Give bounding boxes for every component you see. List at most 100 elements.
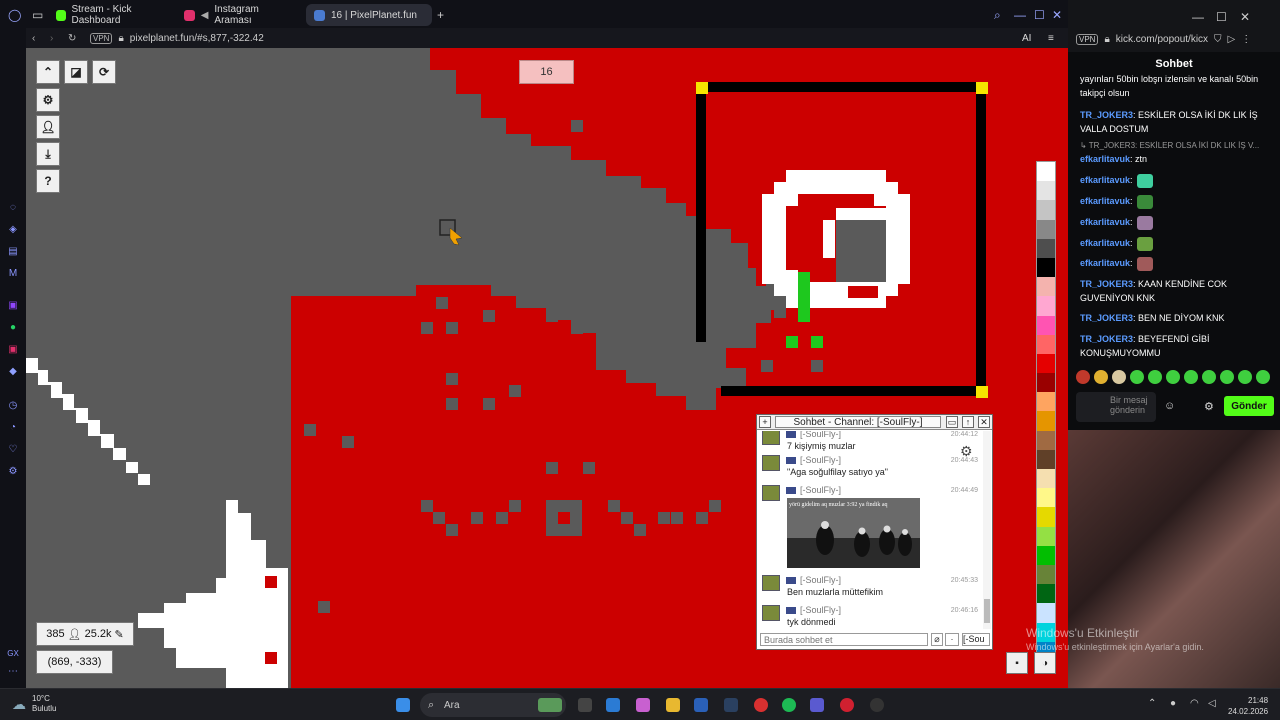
kick-username[interactable]: efkarlitavuk	[1080, 217, 1130, 227]
reload-icon[interactable]: ↻	[68, 33, 76, 44]
palette-swatch[interactable]	[1037, 181, 1055, 201]
minimize-icon[interactable]: —	[1192, 10, 1204, 24]
emote-button[interactable]	[1130, 370, 1144, 384]
message-author[interactable]: [-SoulFly-]	[786, 575, 841, 585]
history-button[interactable]: ⟳	[92, 60, 116, 84]
message-author[interactable]: [-SoulFly-]	[786, 431, 841, 439]
heart-icon[interactable]: ♡	[7, 444, 19, 456]
close-icon[interactable]: ✕	[1052, 8, 1062, 22]
discord-icon[interactable]: ◆	[7, 366, 19, 378]
bing-icon[interactable]	[538, 698, 562, 712]
menu-icon[interactable]: ⋮	[1241, 34, 1251, 45]
weather-widget[interactable]: ☁ 10°C Bulutlu	[12, 694, 56, 714]
forward-icon[interactable]: ›	[50, 33, 53, 44]
kick-message-input[interactable]: Bir mesaj gönderin	[1076, 392, 1156, 422]
kick-username[interactable]: efkarlitavuk	[1080, 196, 1130, 206]
opera-gx-icon[interactable]	[870, 698, 884, 712]
play-icon[interactable]: ▷	[1228, 34, 1236, 45]
volume-icon[interactable]: ◁	[1208, 698, 1216, 709]
recorder-icon[interactable]	[754, 698, 768, 712]
kick-url[interactable]: kick.com/popout/kicx	[1116, 34, 1208, 45]
palette-swatch[interactable]	[1037, 469, 1055, 489]
online-counter[interactable]: 385 👤︎ 25.2k ✎	[36, 622, 134, 646]
palette-swatch[interactable]	[1037, 564, 1055, 585]
kick-username[interactable]: TR_JOKER3	[1080, 279, 1133, 289]
palette-swatch[interactable]	[1037, 392, 1055, 412]
ai-button[interactable]: AI	[1022, 33, 1031, 44]
tab-kick-dashboard[interactable]: Stream - Kick Dashboard	[48, 4, 176, 26]
palette-swatch[interactable]	[1037, 488, 1055, 508]
kick-address-bar[interactable]: VPN 🔒︎ kick.com/popout/kicx ⛉ ▷ ⋮	[1076, 34, 1251, 45]
emote-button[interactable]	[1256, 370, 1270, 384]
back-icon[interactable]: ‹	[32, 33, 35, 44]
send-button[interactable]: Gönder	[1224, 396, 1274, 416]
attach-icon[interactable]: ⌀	[931, 633, 943, 646]
new-tab-icon[interactable]: +	[437, 8, 444, 22]
opera-icon[interactable]	[840, 698, 854, 712]
chat-channel-button[interactable]: ▭	[946, 416, 958, 428]
twitch-icon[interactable]: ▣	[7, 300, 19, 312]
chat-popout-button[interactable]: ↑	[962, 416, 974, 428]
palette-swatch[interactable]	[1037, 353, 1055, 374]
message-author[interactable]: [-SoulFly-]	[786, 485, 841, 495]
kick-username[interactable]: efkarlitavuk	[1080, 238, 1130, 248]
emote-button[interactable]	[1094, 370, 1108, 384]
palette-swatch[interactable]	[1037, 334, 1055, 354]
emote-button[interactable]	[1076, 370, 1090, 384]
canvas-select-button[interactable]: ◪	[64, 60, 88, 84]
instagram-icon[interactable]: ▣	[7, 344, 19, 356]
palette-swatch[interactable]	[1037, 584, 1055, 604]
system-clock[interactable]: 21:48 24.02.2026	[1228, 695, 1268, 717]
menu-icon[interactable]: ≡	[1048, 33, 1054, 44]
emote-button[interactable]	[1202, 370, 1216, 384]
minimize-icon[interactable]: —	[1014, 8, 1026, 22]
vpn-badge[interactable]: VPN	[1076, 34, 1099, 45]
help-button[interactable]: ?	[36, 169, 60, 193]
chat-input[interactable]	[760, 633, 928, 646]
sidebar-m-icon[interactable]: M	[7, 268, 19, 280]
palette-swatch[interactable]	[1037, 526, 1055, 546]
opera-logo-icon[interactable]: ◯	[8, 8, 21, 22]
kick-username[interactable]: efkarlitavuk	[1080, 154, 1130, 164]
palette-swatch[interactable]	[1037, 277, 1055, 297]
vpn-badge[interactable]: VPN	[90, 32, 113, 44]
stream-video[interactable]: Windows'u Etkinleştir Windows'u etkinleş…	[1026, 430, 1280, 688]
emote-button[interactable]	[1148, 370, 1162, 384]
emote-picker-icon[interactable]: ☺	[1164, 400, 1175, 412]
emote-button[interactable]	[1220, 370, 1234, 384]
palette-swatch[interactable]	[1037, 430, 1055, 450]
wifi-icon[interactable]: ◠	[1190, 698, 1199, 709]
kick-username[interactable]: efkarlitavuk	[1080, 258, 1130, 268]
palette-swatch[interactable]	[1037, 545, 1055, 565]
message-author[interactable]: [-SoulFly-]	[786, 455, 841, 465]
palette-toggle-button[interactable]: ◑	[1034, 652, 1056, 674]
palette-swatch[interactable]	[1037, 449, 1055, 469]
history-icon[interactable]: ◷	[7, 400, 19, 412]
outlook-icon[interactable]	[606, 698, 620, 712]
user-button[interactable]: 👤︎	[36, 115, 60, 139]
chat-scrollbar[interactable]	[983, 431, 991, 629]
palette-swatch[interactable]	[1037, 315, 1055, 335]
meme-image[interactable]: yörü gidelim aq muzlar 3:92 ya findik aq	[787, 498, 920, 568]
palette-swatch[interactable]	[1037, 603, 1055, 623]
color-palette[interactable]	[1036, 161, 1056, 661]
clock-icon[interactable]: ◔	[7, 422, 19, 434]
emote-button[interactable]	[1238, 370, 1252, 384]
search-tabs-icon[interactable]: ⌕	[994, 8, 1001, 23]
close-icon[interactable]: ✕	[1240, 10, 1250, 24]
pixel-canvas[interactable]: ⌃ ◪ ⟳ ⚙ 👤︎ ⤓ ? 16 385 👤︎ 25.2k ✎ (869, -…	[26, 48, 1068, 688]
download-button[interactable]: ⤓	[36, 142, 60, 166]
palette-swatch[interactable]	[1037, 238, 1055, 258]
collapse-button[interactable]: ⌃	[36, 60, 60, 84]
chat-close-button[interactable]: ✕	[978, 416, 990, 428]
copilot-icon[interactable]	[636, 698, 650, 712]
kick-username[interactable]: TR_JOKER3	[1080, 334, 1133, 344]
whatsapp-icon[interactable]: ●	[7, 322, 19, 334]
tray-chevron-icon[interactable]: ⌃	[1148, 698, 1156, 709]
more-icon[interactable]: ⋯	[7, 666, 19, 678]
chat-toggle-button[interactable]: ▪	[1006, 652, 1028, 674]
explorer-icon[interactable]	[666, 698, 680, 712]
palette-swatch[interactable]	[1037, 257, 1055, 278]
url-field[interactable]: pixelplanet.fun/#s,877,-322.42	[130, 33, 264, 44]
maximize-icon[interactable]: ☐	[1216, 10, 1227, 24]
